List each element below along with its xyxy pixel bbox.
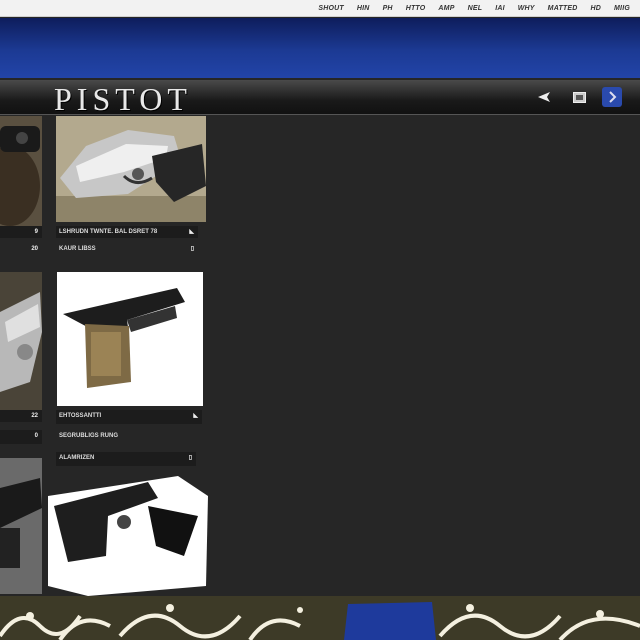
- product-subtitle-text: KAUR LIBSS: [59, 246, 96, 252]
- left-caption: 9: [0, 226, 42, 238]
- arrow-right-icon[interactable]: ◣: [189, 226, 194, 238]
- product-subtitle: KAUR LIBSS ▯: [56, 243, 198, 255]
- product-title-text: EHTOSSANTTI: [59, 413, 102, 419]
- product-image[interactable]: [57, 272, 203, 406]
- top-nav-item[interactable]: PH: [383, 5, 393, 12]
- top-nav-item[interactable]: HD: [591, 5, 602, 12]
- product-image[interactable]: [48, 476, 210, 596]
- product-subtitle: SEGRUBLIGS RUNG: [56, 430, 202, 442]
- left-caption: 22: [0, 410, 42, 422]
- site-logo[interactable]: PISTOT: [54, 81, 192, 118]
- info-icon[interactable]: ▯: [191, 243, 194, 255]
- banner: [0, 18, 640, 78]
- left-caption: 20: [0, 243, 42, 255]
- left-card-image[interactable]: [0, 458, 42, 594]
- side-label: 20: [31, 246, 38, 252]
- side-label: 22: [31, 413, 38, 419]
- top-nav-item[interactable]: HIN: [357, 5, 370, 12]
- product-subtitle-text: SEGRUBLIGS RUNG: [59, 433, 119, 439]
- top-nav-item[interactable]: SHOUT: [318, 5, 344, 12]
- window-icon[interactable]: [571, 89, 587, 105]
- product-extra-text: ALAMRIZEN: [59, 455, 95, 461]
- left-card-image[interactable]: [0, 116, 42, 226]
- top-nav: SHOUT HIN PH HTTO AMP NEL IAI WHY MATTED…: [0, 0, 640, 17]
- product-extra[interactable]: ALAMRIZEN ▯: [56, 452, 196, 466]
- blue-square-icon[interactable]: [602, 87, 622, 107]
- top-nav-item[interactable]: HTTO: [406, 5, 426, 12]
- top-nav-item[interactable]: WHY: [518, 5, 535, 12]
- side-label: 9: [34, 229, 38, 235]
- footer-decoration: [0, 596, 640, 640]
- top-nav-item[interactable]: MIIG: [614, 5, 630, 12]
- product-title[interactable]: EHTOSSANTTI ◣: [56, 410, 202, 424]
- product-title-text: LSHRUDN TWNTE. BAL DSRET 78: [59, 229, 158, 235]
- top-nav-item[interactable]: MATTED: [548, 5, 578, 12]
- product-image[interactable]: [56, 116, 206, 222]
- info-icon[interactable]: ▯: [189, 452, 192, 464]
- top-nav-item[interactable]: IAI: [495, 5, 505, 12]
- side-label: 0: [34, 433, 38, 439]
- left-card-image[interactable]: [0, 272, 42, 410]
- arrow-right-icon[interactable]: ◣: [193, 410, 198, 422]
- share-arrow-icon[interactable]: [536, 89, 552, 105]
- left-caption: 0: [0, 430, 42, 444]
- top-nav-item[interactable]: NEL: [468, 5, 483, 12]
- product-title[interactable]: LSHRUDN TWNTE. BAL DSRET 78 ◣: [56, 226, 198, 238]
- top-nav-item[interactable]: AMP: [438, 5, 454, 12]
